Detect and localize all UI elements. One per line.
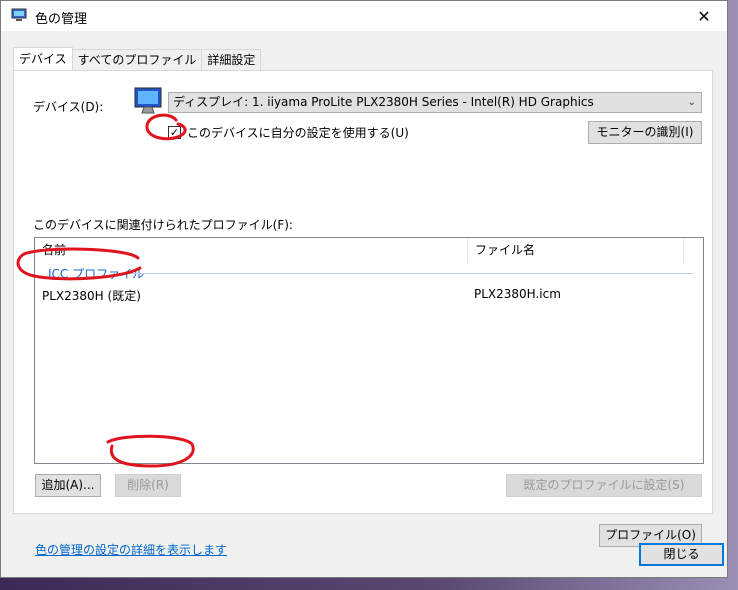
devices-panel: デバイス(D): ディスプレイ: 1. iiyama ProLite PLX23… [13, 70, 713, 557]
group-divider [123, 273, 693, 274]
profiles-list[interactable]: 名前 ファイル名 ICC プロファイル PLX2380H (既定) PLX238… [34, 237, 704, 464]
add-button[interactable]: 追加(A)... [35, 474, 101, 497]
title-bar: 色の管理 ✕ [1, 1, 727, 31]
use-my-settings-label: このデバイスに自分の設定を使用する(U) [187, 126, 409, 140]
remove-button[interactable]: 削除(R) [115, 474, 181, 497]
set-default-button[interactable]: 既定のプロファイルに設定(S) [506, 474, 702, 497]
monitor-icon [11, 8, 27, 22]
tab-strip: デバイス すべてのプロファイル 詳細設定 [13, 47, 262, 70]
color-management-window: 色の管理 ✕ デバイス すべてのプロファイル 詳細設定 デバイス(D): ディス… [0, 0, 728, 578]
use-my-settings-checkbox[interactable]: ✓ [168, 126, 181, 139]
tab-all-profiles[interactable]: すべてのプロファイル [71, 49, 203, 70]
chevron-down-icon: ⌄ [687, 97, 696, 108]
close-button[interactable]: 閉じる [639, 543, 724, 566]
window-client: デバイス すべてのプロファイル 詳細設定 デバイス(D): ディスプレイ: 1.… [1, 31, 727, 577]
close-icon[interactable]: ✕ [681, 1, 727, 31]
identify-monitor-button[interactable]: モニターの識別(I) [588, 121, 702, 144]
use-my-settings[interactable]: ✓ このデバイスに自分の設定を使用する(U) [168, 124, 409, 141]
profiles-label: このデバイスに関連付けられたプロファイル(F): [33, 218, 293, 232]
device-select-value: ディスプレイ: 1. iiyama ProLite PLX2380H Serie… [173, 95, 594, 109]
column-filename[interactable]: ファイル名 [468, 238, 684, 263]
display-icon [132, 86, 164, 116]
column-name[interactable]: 名前 [35, 238, 468, 263]
profile-row-name[interactable]: PLX2380H (既定) [42, 287, 141, 304]
tab-devices[interactable]: デバイス [13, 47, 73, 70]
learn-more-link[interactable]: 色の管理の設定の詳細を表示します [35, 541, 227, 558]
device-select[interactable]: ディスプレイ: 1. iiyama ProLite PLX2380H Serie… [168, 92, 702, 113]
device-label: デバイス(D): [33, 100, 104, 114]
window-title: 色の管理 [35, 12, 88, 27]
profile-row-file[interactable]: PLX2380H.icm [474, 287, 561, 301]
tab-advanced[interactable]: 詳細設定 [201, 49, 262, 70]
list-header: 名前 ファイル名 [35, 238, 703, 263]
